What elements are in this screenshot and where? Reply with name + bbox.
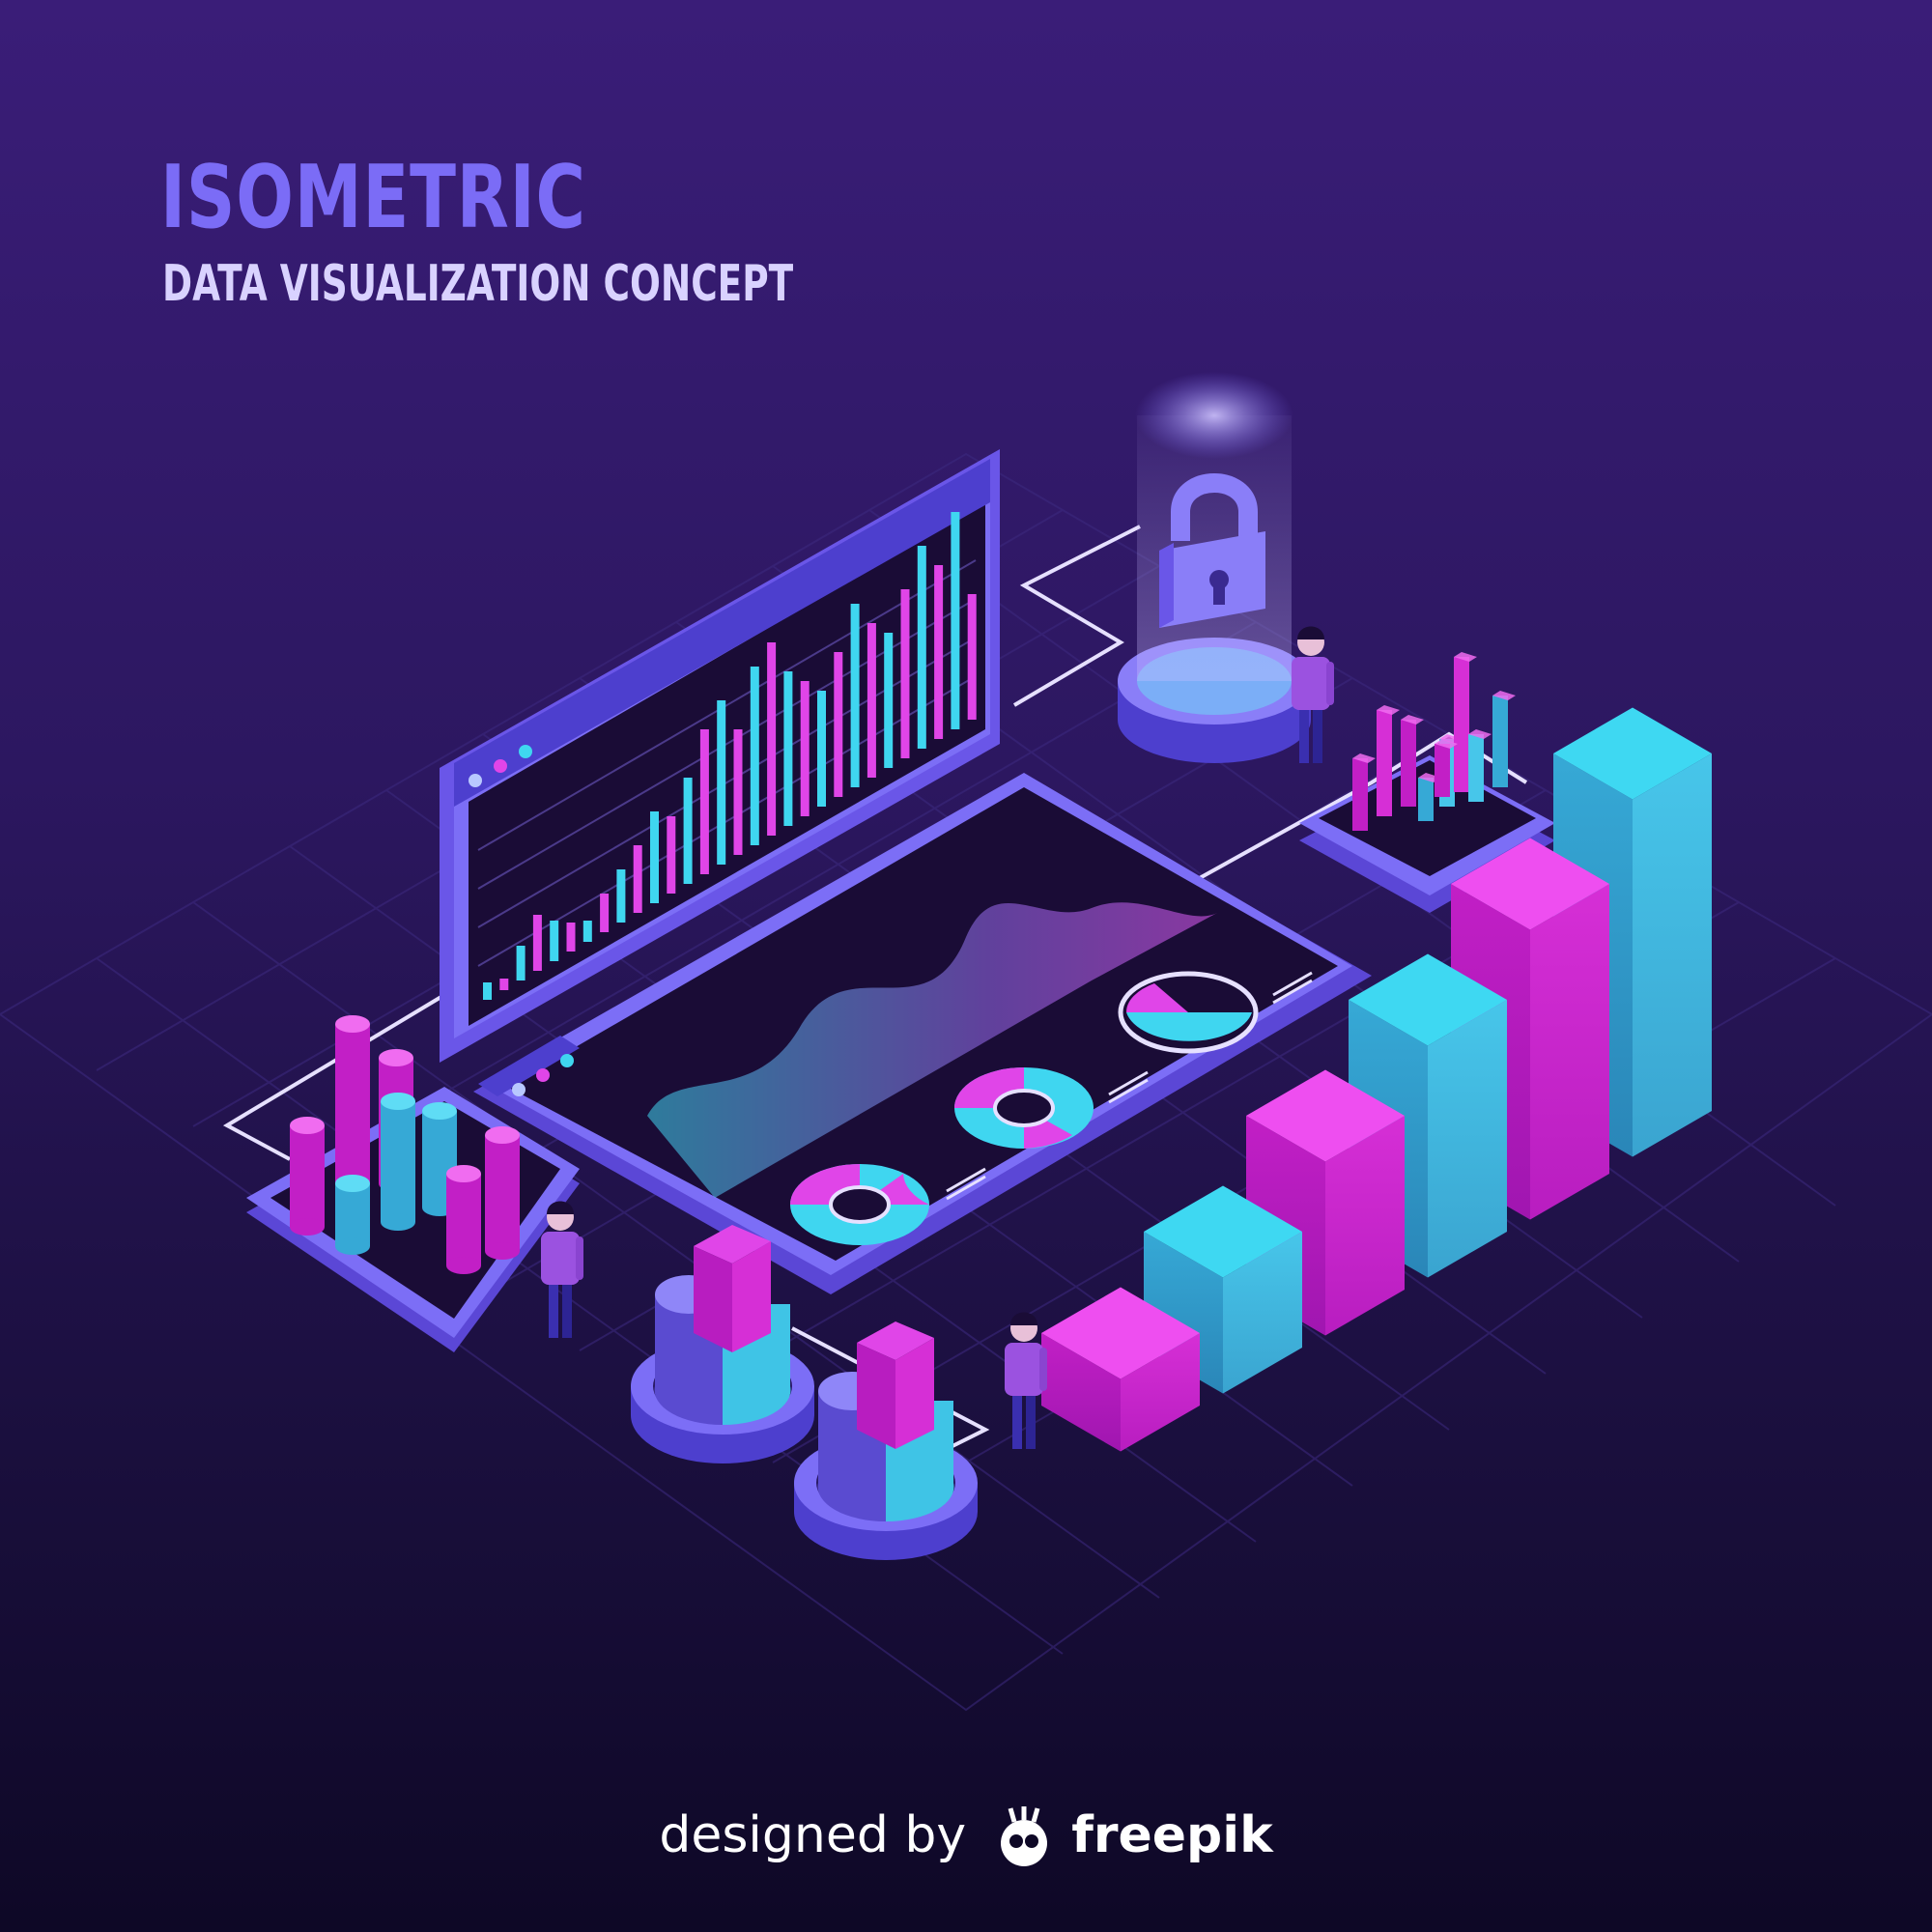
donut-chart-2 xyxy=(954,1067,1094,1149)
monitor-bar xyxy=(817,691,826,807)
monitor-bar xyxy=(532,915,542,971)
monitor-bar xyxy=(650,811,659,903)
monitor-bar xyxy=(884,633,894,768)
credit-prefix: designed by xyxy=(659,1806,967,1864)
monitor-bar xyxy=(633,845,642,913)
monitor-bar xyxy=(800,681,810,816)
mini-bar xyxy=(1418,778,1434,821)
monitor-bar xyxy=(616,869,626,923)
monitor-bar xyxy=(917,546,926,749)
monitor-bar xyxy=(951,512,960,729)
mini-bar xyxy=(1492,696,1508,787)
monitor-bar xyxy=(717,700,726,865)
monitor-bar xyxy=(699,729,709,874)
person xyxy=(1005,1312,1047,1449)
security-pillar xyxy=(1118,372,1311,763)
credit-line: designed by freepik xyxy=(0,1806,1932,1864)
monitor-bar xyxy=(582,921,592,942)
mini-bar xyxy=(1401,720,1416,807)
monitor-bar xyxy=(600,894,610,932)
cylinder xyxy=(485,1135,520,1251)
monitor-bar xyxy=(667,816,676,894)
pie-chart xyxy=(1118,971,1259,1054)
page-subtitle: DATA VISUALIZATION CONCEPT xyxy=(162,255,794,313)
donut-chart-1 xyxy=(790,1164,929,1245)
monitor-bar xyxy=(867,623,876,778)
monitor-bar xyxy=(750,667,759,845)
monitor-bar xyxy=(683,778,693,884)
cylinder xyxy=(446,1174,481,1265)
monitor-bar xyxy=(483,982,492,1000)
monitor-bar xyxy=(733,729,743,855)
monitor-bar xyxy=(900,589,910,758)
mini-bar xyxy=(1377,710,1392,816)
monitor-bar xyxy=(850,604,860,787)
monitor-bar xyxy=(550,921,559,961)
monitor-bar xyxy=(767,642,777,836)
cylinder xyxy=(335,1183,370,1246)
monitor-bar xyxy=(967,594,977,720)
cylinder xyxy=(381,1101,415,1222)
monitor-bar xyxy=(566,923,576,952)
cylinder xyxy=(290,1125,325,1227)
monitor-bar xyxy=(934,565,944,739)
mini-bar xyxy=(1352,758,1368,831)
monitor-bar xyxy=(499,979,509,990)
monitor-bar xyxy=(834,652,843,797)
mini-bar xyxy=(1454,657,1469,792)
credit-brand: freepik xyxy=(1071,1806,1273,1864)
page-title: ISOMETRIC xyxy=(160,147,586,248)
mini-bar xyxy=(1435,744,1450,797)
monitor-bar xyxy=(516,946,526,980)
monitor-bar xyxy=(783,671,793,826)
mini-bar xyxy=(1468,734,1484,802)
